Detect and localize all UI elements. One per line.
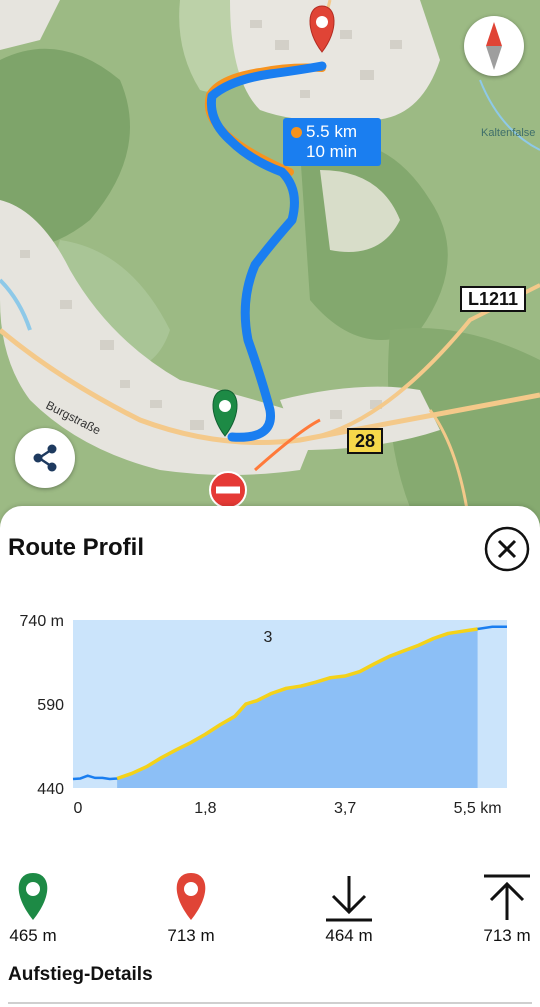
route-color-dot <box>291 127 302 138</box>
start-marker-icon <box>18 873 48 920</box>
end-marker-icon <box>176 873 206 920</box>
road-label-28: 28 <box>347 428 384 454</box>
stat-max-elevation: 713 m <box>462 868 540 946</box>
close-icon <box>484 526 530 572</box>
map-view[interactable]: Kaltenfalse Burgstraße L1211 28 5.5 km 1… <box>0 0 540 530</box>
close-button[interactable] <box>484 526 530 572</box>
stat-descent: 464 m <box>304 868 394 946</box>
no-entry-icon <box>209 471 247 509</box>
route-duration: 10 min <box>306 142 358 161</box>
y-tick-label: 590 <box>37 697 64 714</box>
elevation-chart[interactable]: 740 m 590 440 0 1,8 3,7 5,5 km 3 <box>0 600 540 830</box>
share-icon <box>33 444 57 472</box>
stat-end-elevation: 713 m <box>146 868 236 946</box>
route-distance: 5.5 km <box>306 122 358 141</box>
y-tick-label: 740 m <box>20 613 64 630</box>
town-area <box>230 0 440 122</box>
max-elevation-value: 713 m <box>483 926 531 945</box>
share-button[interactable] <box>15 428 75 488</box>
sheet-title: Route Profil <box>8 534 144 561</box>
arrow-up-to-top-icon <box>484 874 530 920</box>
divider <box>8 1002 532 1004</box>
stat-start-elevation: 465 m <box>0 868 78 946</box>
elevation-chart-svg[interactable]: 740 m 590 440 0 1,8 3,7 5,5 km 3 <box>0 600 540 830</box>
x-tick-label: 5,5 km <box>454 800 502 817</box>
road-label-l1211: L1211 <box>460 286 527 312</box>
route-profile-sheet: Route Profil 740 m 590 440 0 1,8 3,7 5,5 km 3 4… <box>0 506 540 1007</box>
map-canvas[interactable] <box>0 0 540 530</box>
route-info-bubble[interactable]: 5.5 km 10 min <box>283 118 381 166</box>
compass-icon <box>486 22 502 70</box>
descent-value: 464 m <box>325 926 373 945</box>
y-tick-label: 440 <box>37 781 64 798</box>
start-elevation-value: 465 m <box>9 926 57 945</box>
place-name: Kaltenfalse <box>481 127 536 139</box>
chart-annotation: 3 <box>263 629 272 646</box>
compass-button[interactable] <box>464 16 524 76</box>
ascent-details-heading: Aufstieg-Details <box>8 964 153 985</box>
end-elevation-value: 713 m <box>167 926 215 945</box>
x-tick-label: 0 <box>74 800 83 817</box>
x-tick-label: 1,8 <box>194 800 216 817</box>
arrow-down-icon <box>326 876 372 922</box>
x-tick-label: 3,7 <box>334 800 356 817</box>
